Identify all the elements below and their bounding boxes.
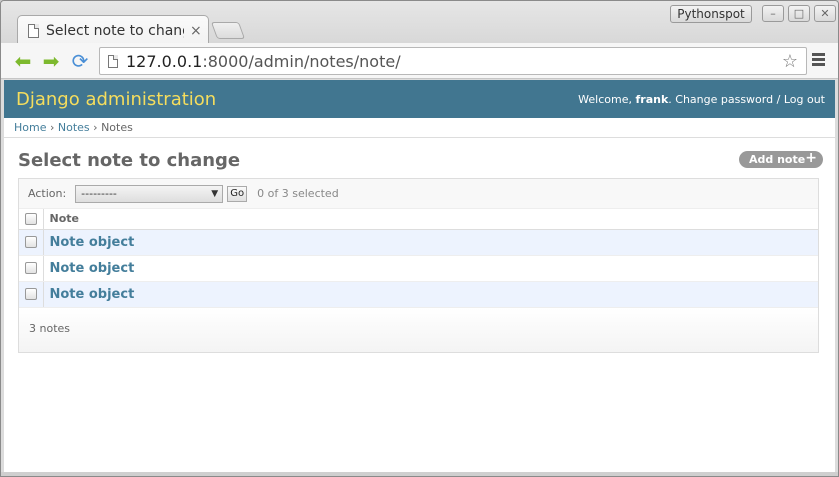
- address-bar[interactable]: 127.0.0.1:8000/admin/notes/note/ ☆: [99, 47, 807, 75]
- page-icon: [108, 54, 118, 68]
- note-cell: Note object: [43, 229, 818, 256]
- forward-icon[interactable]: ➡: [40, 50, 62, 72]
- select-all-cell: [19, 209, 44, 230]
- table-row: Note object: [19, 255, 818, 282]
- page-content: Django administration Welcome, frank. Ch…: [4, 80, 835, 474]
- url-host: 127.0.0.1: [126, 51, 203, 71]
- changelist: Action: --------- ▼ Go 0 of 3 selected N…: [18, 178, 819, 353]
- column-header-note[interactable]: Note: [43, 209, 818, 230]
- main-content: Select note to change Add note + Action:…: [4, 138, 835, 363]
- note-cell: Note object: [43, 255, 818, 282]
- breadcrumb-current: Notes: [101, 121, 133, 134]
- breadcrumb: Home › Notes › Notes: [4, 118, 835, 138]
- row-checkbox-cell: [19, 229, 44, 256]
- username: frank: [635, 92, 669, 106]
- maximize-icon[interactable]: □: [788, 5, 810, 22]
- table-row: Note object: [19, 281, 818, 308]
- chevron-down-icon: ▼: [211, 188, 219, 199]
- breadcrumb-separator: ›: [93, 121, 98, 134]
- breadcrumb-app[interactable]: Notes: [58, 121, 90, 134]
- browser-window: Select note to change × Pythonspot – □ ✕…: [0, 0, 839, 477]
- menu-icon[interactable]: [812, 53, 825, 67]
- change-password-link[interactable]: Change password: [675, 93, 773, 106]
- window-bottom-edge: [1, 472, 838, 476]
- action-select[interactable]: --------- ▼: [75, 184, 224, 203]
- plus-icon: +: [805, 150, 817, 166]
- breadcrumb-separator: ›: [49, 121, 55, 134]
- row-checkbox[interactable]: [25, 262, 37, 274]
- table-row: Note object: [19, 229, 818, 256]
- url-text: 127.0.0.1:8000/admin/notes/note/: [126, 52, 401, 71]
- row-checkbox-cell: [19, 281, 44, 308]
- paginator: 3 notes: [19, 307, 818, 352]
- welcome-text: Welcome,: [578, 92, 632, 106]
- add-note-label: Add note: [749, 153, 806, 166]
- new-tab-button[interactable]: [210, 22, 246, 39]
- table-header-row: Note: [19, 209, 818, 230]
- tab-strip: Select note to change × Pythonspot – □ ✕: [1, 1, 838, 45]
- admin-header: Django administration Welcome, frank. Ch…: [4, 80, 835, 118]
- reload-icon[interactable]: ⟳: [69, 50, 91, 72]
- user-tools-separator: /: [776, 92, 781, 106]
- logout-link[interactable]: Log out: [784, 93, 825, 106]
- go-button[interactable]: Go: [227, 185, 248, 202]
- user-tools: Welcome, frank. Change password / Log ou…: [578, 92, 825, 106]
- note-link[interactable]: Note object: [50, 261, 135, 276]
- selection-counter: 0 of 3 selected: [257, 187, 339, 200]
- row-checkbox[interactable]: [25, 236, 37, 248]
- back-icon[interactable]: ⬅: [12, 50, 34, 72]
- actions-bar: Action: --------- ▼ Go 0 of 3 selected: [19, 179, 818, 209]
- browser-toolbar: ⬅ ➡ ⟳ 127.0.0.1:8000/admin/notes/note/ ☆: [1, 43, 838, 79]
- minimize-icon[interactable]: –: [762, 5, 784, 22]
- note-cell: Note object: [43, 281, 818, 308]
- breadcrumb-home[interactable]: Home: [14, 121, 46, 134]
- action-select-value: ---------: [81, 186, 117, 200]
- select-all-checkbox[interactable]: [25, 213, 37, 226]
- site-branding[interactable]: Django administration: [16, 89, 216, 110]
- add-note-button[interactable]: Add note +: [739, 150, 823, 168]
- row-checkbox[interactable]: [25, 288, 37, 300]
- close-window-icon[interactable]: ✕: [814, 5, 836, 22]
- result-table: Note Note object Note object Note object: [19, 209, 818, 308]
- bookmark-star-icon[interactable]: ☆: [782, 51, 798, 72]
- page-title: Select note to change: [18, 150, 241, 171]
- page-icon: [28, 23, 39, 38]
- row-checkbox-cell: [19, 255, 44, 282]
- note-link[interactable]: Note object: [50, 287, 135, 302]
- note-link[interactable]: Note object: [50, 235, 135, 250]
- browser-tab[interactable]: Select note to change ×: [17, 15, 209, 45]
- tab-close-icon[interactable]: ×: [190, 23, 202, 39]
- tab-title: Select note to change: [46, 22, 184, 39]
- profile-button[interactable]: Pythonspot: [670, 5, 752, 23]
- action-label: Action:: [28, 187, 67, 200]
- url-path: :8000/admin/notes/note/: [202, 51, 401, 71]
